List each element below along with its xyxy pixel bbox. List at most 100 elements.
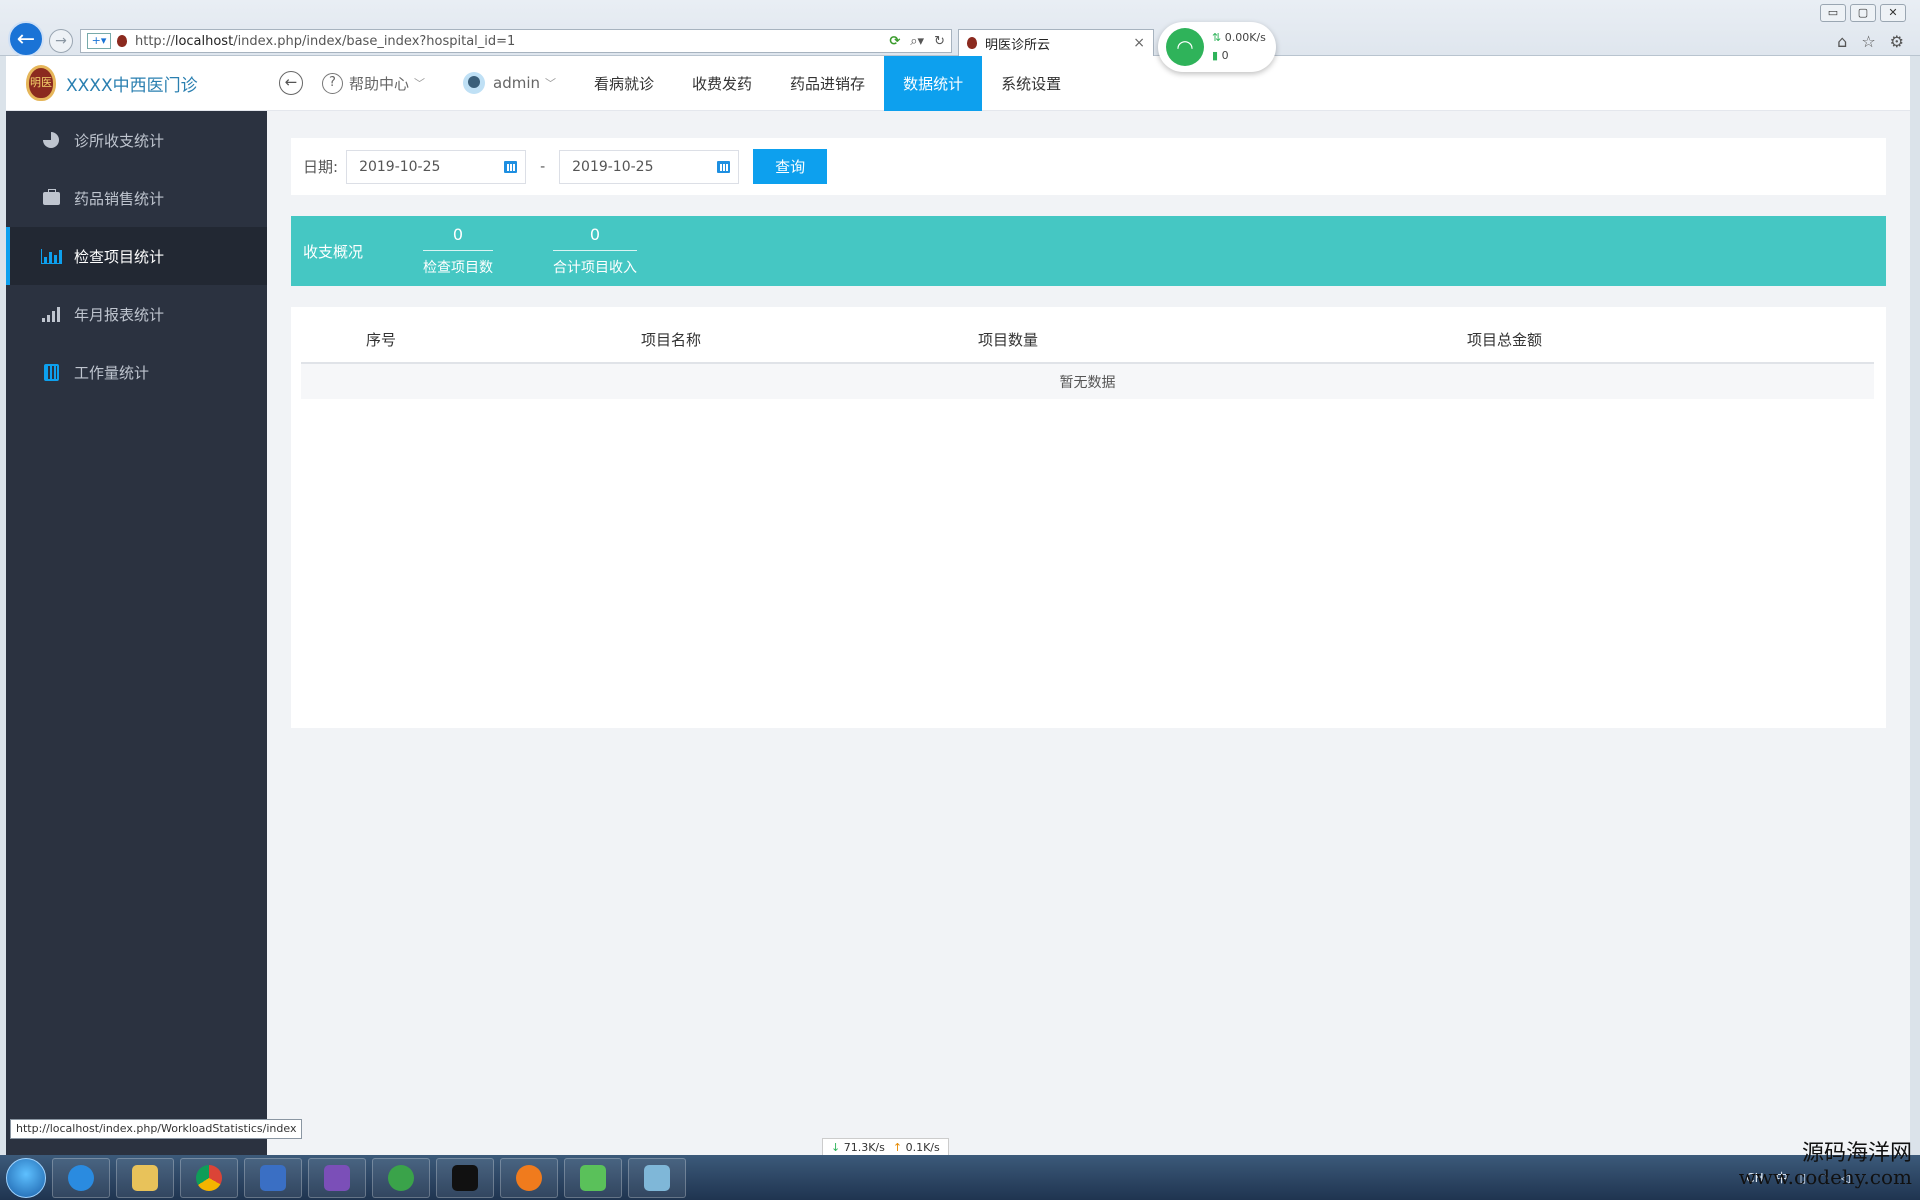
sidebar-item-label: 工作量统计 xyxy=(74,363,150,382)
app-header: 明医 XXXX中西医门诊 ← ? 帮助中心 ﹀ admin ﹀ 看病就诊 收费发… xyxy=(6,55,1910,111)
page-icon: +▾ xyxy=(87,33,111,49)
network-stats: ⇅ 0.00K/s ▮ 0 xyxy=(1212,29,1266,65)
help-center-label: 帮助中心 xyxy=(349,74,410,93)
minimize-button[interactable]: ▭ xyxy=(1820,4,1846,22)
column-header-total-amount: 项目总金额 xyxy=(1135,317,1874,364)
briefcase-icon xyxy=(42,188,60,207)
pie-chart-icon xyxy=(42,131,60,149)
stat-value: 0 xyxy=(553,225,637,251)
watermark-line-2: www.codehy.com xyxy=(1738,1165,1912,1189)
nav-item-settings[interactable]: 系统设置 xyxy=(982,56,1080,111)
query-button[interactable]: 查询 xyxy=(753,149,828,184)
back-arrow-icon[interactable]: ← xyxy=(279,71,303,95)
compat-view-icon[interactable]: ⟳ xyxy=(889,34,900,49)
address-bar[interactable]: +▾ http://localhost/index.php/index/base… xyxy=(80,29,952,53)
end-date-value: 2019-10-25 xyxy=(572,158,654,175)
sidebar-item-income-expense[interactable]: 诊所收支统计 xyxy=(6,111,267,169)
settings-gear-icon[interactable]: ⚙ xyxy=(1890,32,1904,51)
taskbar-app-ie-icon[interactable] xyxy=(52,1157,110,1198)
clinic-logo: 明医 xyxy=(26,65,56,101)
taskbar-app-orange-icon[interactable] xyxy=(500,1157,558,1198)
home-icon[interactable]: ⌂ xyxy=(1837,32,1847,51)
traffic-icon: ⇅ xyxy=(1212,31,1222,44)
brand[interactable]: 明医 XXXX中西医门诊 xyxy=(6,65,267,101)
favorites-star-icon[interactable]: ☆ xyxy=(1861,32,1875,51)
address-url[interactable]: http://localhost/index.php/index/base_in… xyxy=(135,34,889,49)
sidebar-item-drug-sales[interactable]: 药品销售统计 xyxy=(6,169,267,227)
sidebar: 诊所收支统计 药品销售统计 检查项目统计 年月报表统计 工作量统计 xyxy=(6,111,267,1155)
stat-caption: 合计项目收入 xyxy=(553,260,637,276)
calendar-icon[interactable] xyxy=(717,160,731,173)
stat-exam-count: 0 检查项目数 xyxy=(423,225,493,277)
main-content: 日期: 2019-10-25 - 2019-10-25 查询 收支概况 0 检查… xyxy=(267,111,1910,1155)
sidebar-item-monthly-report[interactable]: 年月报表统计 xyxy=(6,285,267,343)
url-prefix: http:// xyxy=(135,33,175,49)
question-icon: ? xyxy=(322,72,343,94)
nav-item-consultation[interactable]: 看病就诊 xyxy=(575,56,673,111)
summary-panel: 收支概况 0 检查项目数 0 合计项目收入 xyxy=(291,216,1886,286)
date-filter-bar: 日期: 2019-10-25 - 2019-10-25 查询 xyxy=(291,138,1886,195)
start-date-input[interactable]: 2019-10-25 xyxy=(346,149,527,184)
user-menu[interactable]: admin ﹀ xyxy=(444,56,575,111)
status-bar-url: http://localhost/index.php/WorkloadStati… xyxy=(10,1119,303,1139)
search-icon[interactable]: ⌕▾ xyxy=(910,34,924,49)
sidebar-item-label: 年月报表统计 xyxy=(74,305,165,324)
network-widget[interactable]: ◠ ⇅ 0.00K/s ▮ 0 xyxy=(1158,22,1276,72)
empty-state-text: 暂无数据 xyxy=(301,363,1874,399)
browser-right-tools: ⌂ ☆ ⚙ xyxy=(1837,32,1904,51)
taskbar-app-green-icon[interactable] xyxy=(372,1157,430,1198)
taskbar: CH 中 ▯ ◠ ◁ xyxy=(0,1155,1920,1200)
browser-back-button[interactable]: ← xyxy=(8,21,44,57)
taskbar-app-wechat-icon[interactable] xyxy=(564,1157,622,1198)
url-host: localhost xyxy=(174,33,234,49)
bar-chart-icon xyxy=(40,247,62,265)
start-date-value: 2019-10-25 xyxy=(359,158,441,175)
stat-total-income: 0 合计项目收入 xyxy=(553,225,637,277)
sidebar-item-workload[interactable]: 工作量统计 xyxy=(6,343,267,401)
end-date-input[interactable]: 2019-10-25 xyxy=(559,149,740,184)
browser-forward-button[interactable]: → xyxy=(49,29,73,53)
taskbar-app-chrome-icon[interactable] xyxy=(180,1157,238,1198)
sidebar-item-label: 检查项目统计 xyxy=(74,247,165,266)
nav-item-billing[interactable]: 收费发药 xyxy=(673,56,771,111)
chevron-down-icon: ﹀ xyxy=(414,77,426,90)
wifi-icon: ◠ xyxy=(1166,28,1204,66)
sidebar-item-label: 诊所收支统计 xyxy=(74,131,165,150)
brand-name: XXXX中西医门诊 xyxy=(66,75,198,96)
help-center-menu[interactable]: ? 帮助中心 ﹀ xyxy=(303,56,444,111)
column-header-item-name: 项目名称 xyxy=(461,317,881,364)
maximize-button[interactable]: ▢ xyxy=(1850,4,1876,22)
sidebar-item-label: 药品销售统计 xyxy=(74,189,165,208)
start-button[interactable] xyxy=(6,1157,46,1198)
calendar-icon[interactable] xyxy=(504,160,518,173)
avatar xyxy=(463,72,486,94)
sidebar-item-exam-items[interactable]: 检查项目统计 xyxy=(6,227,267,285)
nav-item-inventory[interactable]: 药品进销存 xyxy=(771,56,884,111)
user-name: admin xyxy=(493,74,541,92)
date-separator: - xyxy=(540,158,546,175)
nav-item-statistics[interactable]: 数据统计 xyxy=(884,55,983,111)
close-window-button[interactable]: ✕ xyxy=(1880,4,1906,22)
stat-caption: 检查项目数 xyxy=(423,260,493,276)
taskbar-app-network-icon[interactable] xyxy=(244,1157,302,1198)
refresh-icon[interactable]: ↻ xyxy=(934,34,945,49)
device-icon: ▮ xyxy=(1212,49,1219,62)
tab-favicon-icon xyxy=(967,37,977,49)
signal-bars-icon xyxy=(42,305,60,323)
download-arrow-icon: ↓ xyxy=(831,1141,841,1154)
results-table-panel: 序号 项目名称 项目数量 项目总金额 暂无数据 xyxy=(291,307,1886,728)
taskbar-app-visual-studio-icon[interactable] xyxy=(308,1157,366,1198)
taskbar-app-editor-icon[interactable] xyxy=(628,1157,686,1198)
table-row: 暂无数据 xyxy=(301,363,1874,399)
column-header-item-count: 项目数量 xyxy=(881,317,1135,364)
upload-speed: 0.1K/s xyxy=(905,1141,940,1154)
results-table: 序号 项目名称 项目数量 项目总金额 暂无数据 xyxy=(301,317,1874,399)
taskbar-app-explorer-icon[interactable] xyxy=(116,1157,174,1198)
chevron-down-icon: ﹀ xyxy=(545,77,557,90)
browser-tab[interactable]: 明医诊所云 × xyxy=(958,29,1154,56)
column-header-index: 序号 xyxy=(301,317,461,364)
taskbar-app-terminal-icon[interactable] xyxy=(436,1157,494,1198)
calculator-icon xyxy=(42,363,60,381)
window-controls: ▭ ▢ ✕ xyxy=(1820,4,1906,22)
tab-close-icon[interactable]: × xyxy=(1133,35,1145,51)
